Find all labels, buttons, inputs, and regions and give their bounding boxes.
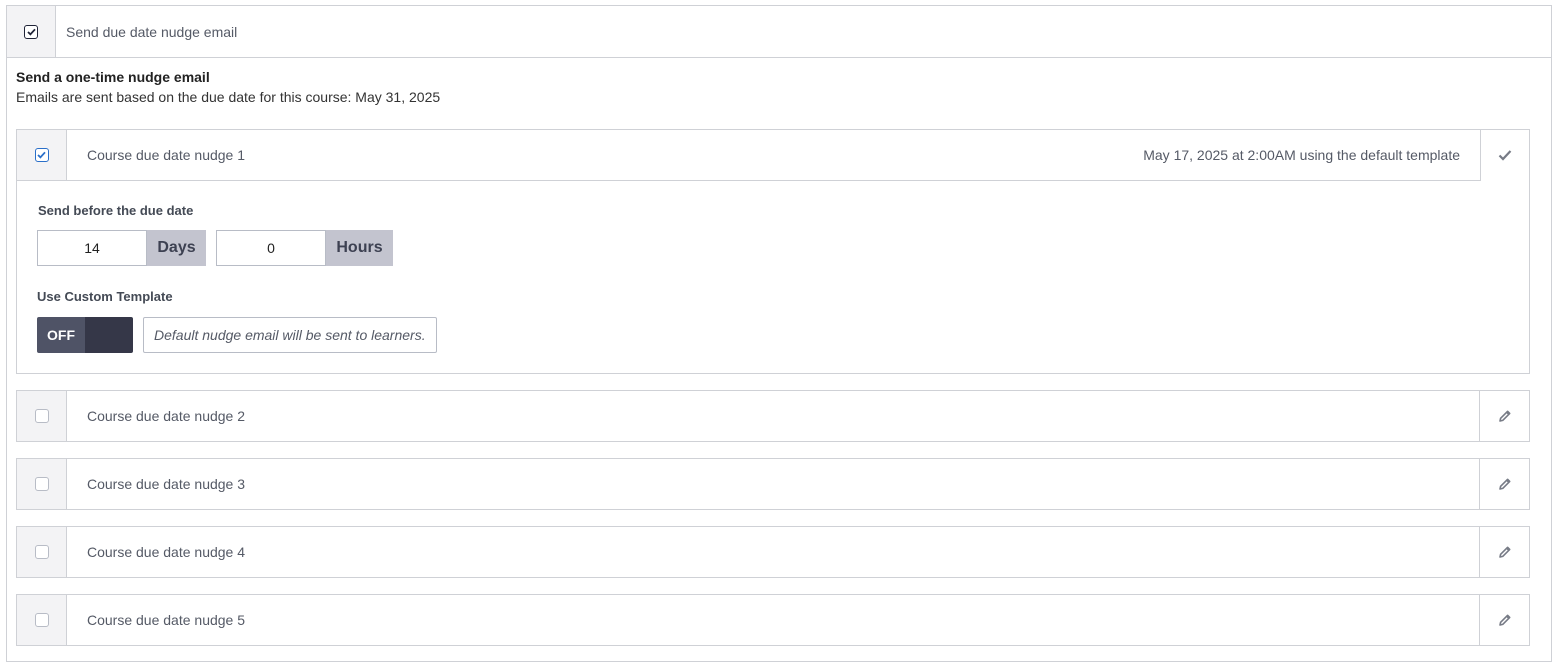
nudge-1-save-button[interactable] bbox=[1480, 130, 1529, 180]
template-note: Default nudge email will be sent to lear… bbox=[143, 317, 437, 353]
nudge-5-label: Course due date nudge 5 bbox=[87, 612, 246, 628]
custom-template-toggle[interactable]: OFF bbox=[37, 317, 133, 353]
nudge-3-edit-button[interactable] bbox=[1479, 459, 1529, 509]
nudge-row-1[interactable]: Course due date nudge 1 May 17, 2025 at … bbox=[16, 129, 1481, 181]
pencil-icon bbox=[1498, 410, 1510, 422]
hours-input[interactable] bbox=[216, 230, 326, 266]
days-addon: Days bbox=[147, 230, 206, 266]
check-icon bbox=[26, 28, 36, 36]
pencil-icon bbox=[1498, 614, 1510, 626]
header-checkbox-cell[interactable] bbox=[7, 6, 56, 57]
custom-template-label: Use Custom Template bbox=[37, 289, 173, 304]
nudge-1-checkbox-cell[interactable] bbox=[17, 130, 67, 180]
nudge-1-checkbox[interactable] bbox=[34, 148, 49, 162]
days-input-group: Days bbox=[37, 230, 206, 266]
nudge-5-edit-button[interactable] bbox=[1479, 595, 1529, 645]
nudge-2-checkbox-cell[interactable] bbox=[17, 391, 67, 441]
hours-input-group: Hours bbox=[216, 230, 393, 266]
nudge-row-3[interactable]: Course due date nudge 3 bbox=[16, 458, 1530, 510]
send-nudge-checkbox[interactable] bbox=[24, 24, 38, 39]
pencil-icon bbox=[1498, 546, 1510, 558]
toggle-knob bbox=[85, 317, 133, 353]
nudge-4-checkbox-cell[interactable] bbox=[17, 527, 67, 577]
nudge-1-expanded: Course due date nudge 1 May 17, 2025 at … bbox=[16, 129, 1530, 374]
nudge-5-checkbox[interactable] bbox=[34, 613, 49, 627]
nudge-3-label: Course due date nudge 3 bbox=[87, 476, 246, 492]
nudge-row-4[interactable]: Course due date nudge 4 bbox=[16, 526, 1530, 578]
days-input[interactable] bbox=[37, 230, 147, 266]
intro-section: Send a one-time nudge email Emails are s… bbox=[16, 69, 440, 105]
panel-header: Send due date nudge email bbox=[7, 6, 1551, 58]
send-before-label: Send before the due date bbox=[38, 203, 194, 218]
nudge-2-label: Course due date nudge 2 bbox=[87, 408, 246, 424]
nudge-4-edit-button[interactable] bbox=[1479, 527, 1529, 577]
nudge-row-5[interactable]: Course due date nudge 5 bbox=[16, 594, 1530, 646]
intro-description: Emails are sent based on the due date fo… bbox=[16, 89, 441, 105]
hours-addon: Hours bbox=[326, 230, 393, 266]
checkmark-icon bbox=[1498, 150, 1511, 161]
nudge-3-checkbox-cell[interactable] bbox=[17, 459, 67, 509]
check-icon bbox=[37, 151, 46, 159]
intro-title: Send a one-time nudge email bbox=[16, 69, 210, 85]
nudge-4-checkbox[interactable] bbox=[34, 545, 49, 559]
nudge-2-checkbox[interactable] bbox=[34, 409, 49, 423]
nudge-row-2[interactable]: Course due date nudge 2 bbox=[16, 390, 1530, 442]
header-title: Send due date nudge email bbox=[66, 23, 238, 40]
nudge-1-summary: May 17, 2025 at 2:00AM using the default… bbox=[1143, 147, 1460, 163]
nudge-2-edit-button[interactable] bbox=[1479, 391, 1529, 441]
nudge-4-label: Course due date nudge 4 bbox=[87, 544, 246, 560]
toggle-state-label: OFF bbox=[37, 317, 85, 353]
nudge-3-checkbox[interactable] bbox=[34, 477, 49, 491]
pencil-icon bbox=[1498, 478, 1510, 490]
nudge-1-label: Course due date nudge 1 bbox=[87, 147, 246, 163]
nudge-5-checkbox-cell[interactable] bbox=[17, 595, 67, 645]
